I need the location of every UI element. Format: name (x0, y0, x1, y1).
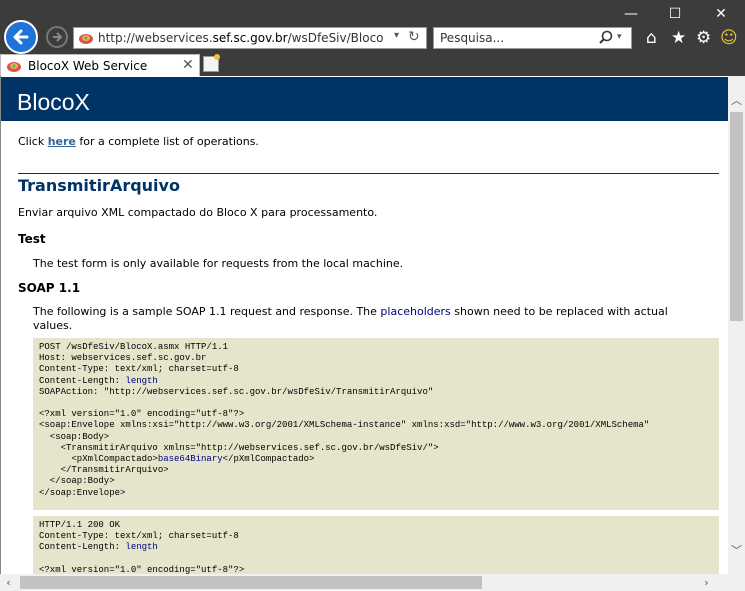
gear-icon[interactable]: ⚙ (696, 28, 711, 48)
search-input[interactable]: Pesquisa... ▾ (433, 27, 632, 49)
refresh-icon[interactable]: ↻ (408, 29, 420, 45)
request-sample-code: POST /wsDfeSiv/BlocoX.asmx HTTP/1.1 Host:… (33, 338, 719, 510)
tab-blocox[interactable]: BlocoX Web Service ✕ (0, 54, 200, 76)
title-bar: — ☐ ✕ http://webservices.sef.sc.gov.br/w… (0, 0, 745, 54)
operation-title: TransmitirArquivo (18, 176, 180, 195)
scroll-down-icon[interactable]: ﹀ (728, 542, 745, 559)
favorites-star-icon[interactable]: ★ (671, 28, 686, 48)
address-text: http://webservices.sef.sc.gov.br/wsDfeSi… (98, 31, 383, 45)
site-icon (79, 34, 93, 44)
tab-label: BlocoX Web Service (28, 59, 148, 73)
soap-heading: SOAP 1.1 (18, 281, 81, 295)
test-text: The test form is only available for requ… (33, 257, 404, 270)
vertical-scroll-thumb[interactable] (730, 112, 743, 321)
vertical-scrollbar[interactable]: ︿ ﹀ (728, 76, 745, 574)
intro-text: Click here for a complete list of operat… (18, 135, 259, 148)
page-viewport[interactable]: BlocoX Click here for a complete list of… (0, 76, 728, 574)
arrow-left-icon (13, 29, 29, 45)
forward-button[interactable] (46, 26, 68, 48)
page-title: BlocoX (17, 89, 90, 115)
scrollbar-corner (728, 574, 745, 591)
search-icon[interactable] (598, 30, 614, 46)
minimize-button[interactable]: — (617, 4, 645, 24)
arrow-right-icon (53, 32, 63, 42)
horizontal-scroll-thumb[interactable] (20, 576, 482, 589)
page-banner: BlocoX (1, 77, 728, 121)
test-heading: Test (18, 232, 46, 246)
soap-text: The following is a sample SOAP 1.1 reque… (33, 305, 668, 318)
divider (18, 173, 719, 174)
response-sample-code: HTTP/1.1 200 OK Content-Type: text/xml; c… (33, 516, 719, 574)
search-dropdown-icon[interactable]: ▾ (617, 32, 622, 42)
site-icon (7, 62, 21, 72)
scroll-left-icon[interactable]: ‹ (0, 574, 17, 591)
home-icon[interactable]: ⌂ (646, 28, 657, 48)
operation-description: Enviar arquivo XML compactado do Bloco X… (18, 206, 378, 219)
placeholders-term: placeholders (380, 305, 451, 318)
new-tab-button[interactable] (203, 54, 220, 72)
tab-strip: BlocoX Web Service ✕ (0, 54, 745, 76)
chevron-down-icon[interactable]: ▾ (394, 30, 399, 41)
back-button[interactable] (4, 20, 38, 54)
maximize-button[interactable]: ☐ (661, 4, 689, 24)
operations-link[interactable]: here (48, 135, 76, 148)
address-bar[interactable]: http://webservices.sef.sc.gov.br/wsDfeSi… (73, 27, 427, 49)
scroll-up-icon[interactable]: ︿ (728, 92, 745, 109)
close-button[interactable]: ✕ (707, 4, 735, 24)
search-placeholder: Pesquisa... (440, 31, 505, 45)
smiley-feedback-icon[interactable]: ☺ (720, 28, 738, 48)
soap-text-continued: values. (33, 319, 73, 332)
horizontal-scrollbar[interactable]: ‹ › (0, 574, 728, 591)
close-tab-icon[interactable]: ✕ (182, 57, 194, 73)
scroll-right-icon[interactable]: › (698, 574, 715, 591)
